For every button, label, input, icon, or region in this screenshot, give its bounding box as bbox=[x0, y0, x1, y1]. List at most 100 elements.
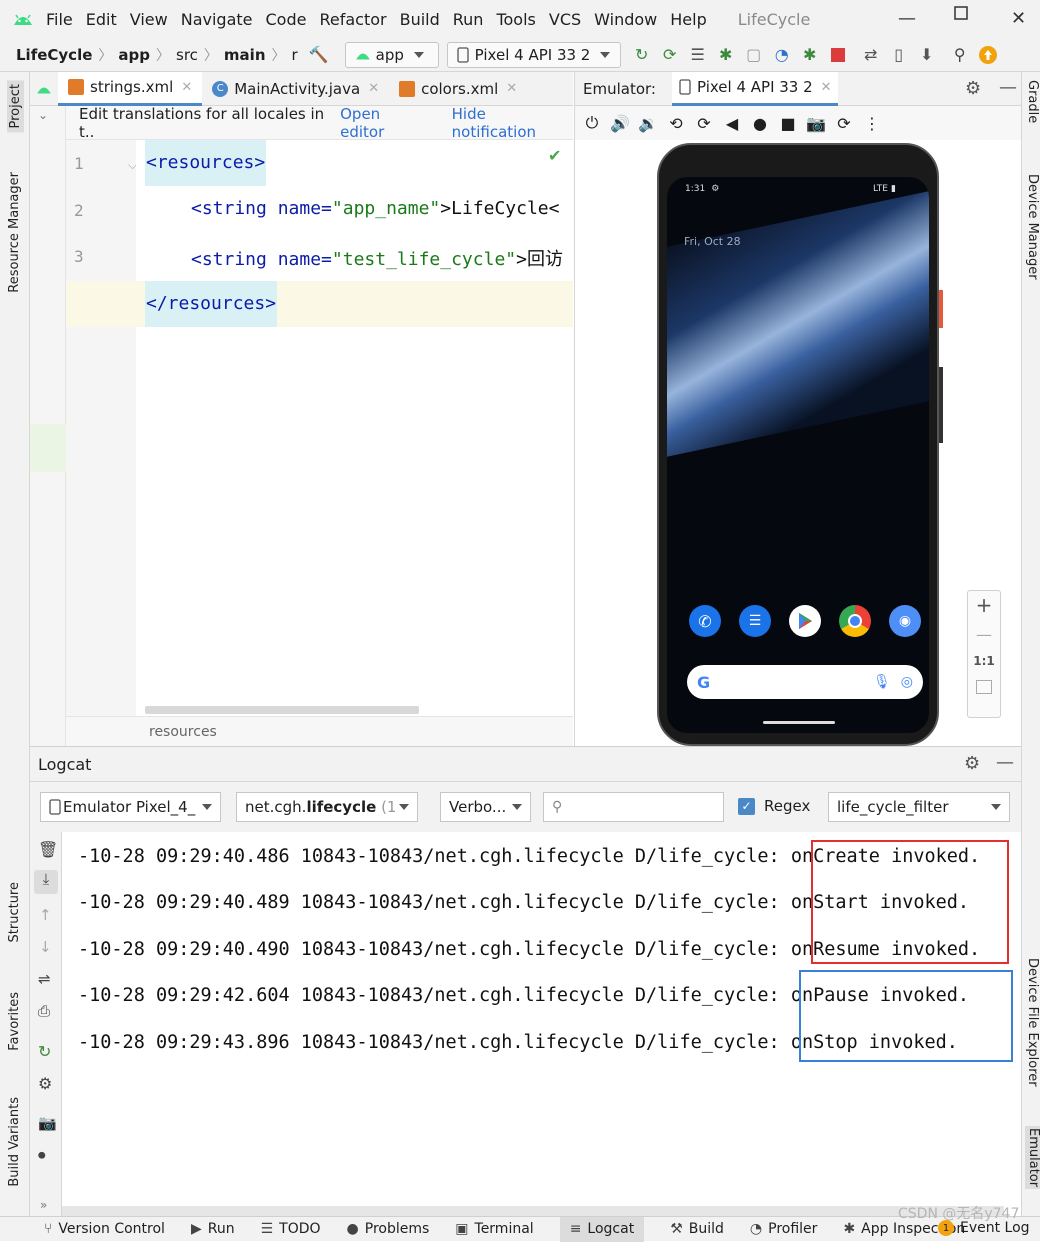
screen-record-icon[interactable]: ⏺ bbox=[38, 1146, 46, 1164]
terminal-tool-button[interactable]: ▣ Terminal bbox=[455, 1221, 533, 1237]
menu-vcs[interactable]: VCS bbox=[549, 10, 581, 29]
close-tab-icon[interactable]: ✕ bbox=[368, 81, 379, 96]
camera-app-icon[interactable]: ◉ bbox=[889, 605, 921, 637]
close-tab-icon[interactable]: ✕ bbox=[181, 80, 192, 95]
hide-notification-link[interactable]: Hide notification bbox=[452, 105, 573, 141]
microphone-icon[interactable]: 🎙 bbox=[873, 674, 891, 690]
hide-panel-icon[interactable]: — bbox=[999, 77, 1017, 98]
print-icon[interactable]: ⎙ bbox=[38, 1002, 50, 1020]
close-tab-icon[interactable]: ✕ bbox=[506, 81, 517, 96]
minimize-button[interactable]: — bbox=[898, 8, 916, 29]
sdk-manager-icon[interactable]: ⬇ bbox=[916, 44, 938, 66]
power-icon[interactable]: ⏻ bbox=[581, 112, 603, 134]
coverage-icon[interactable]: ▢ bbox=[743, 44, 765, 66]
resource-manager-tool-button[interactable]: Resource Manager bbox=[7, 172, 22, 293]
logcat-device-select[interactable]: Emulator Pixel_4_ bbox=[40, 792, 221, 822]
home-icon[interactable]: ● bbox=[749, 112, 771, 134]
chrome-app-icon[interactable] bbox=[839, 605, 871, 637]
gear-icon[interactable]: ⚙ bbox=[38, 1074, 52, 1093]
regex-checkbox[interactable]: ✓ bbox=[738, 797, 755, 815]
update-available-icon[interactable] bbox=[977, 44, 999, 66]
tab-strings-xml[interactable]: strings.xml ✕ bbox=[58, 71, 203, 106]
more-icon[interactable]: » bbox=[40, 1198, 47, 1212]
log-level-select[interactable]: Verbo... bbox=[440, 792, 531, 822]
zoom-fit-icon[interactable] bbox=[976, 680, 992, 694]
more-options-icon[interactable]: ⋮ bbox=[861, 112, 883, 134]
trash-clear-icon[interactable]: 🗑 bbox=[38, 840, 58, 859]
back-icon[interactable]: ◀ bbox=[721, 112, 743, 134]
down-arrow-icon[interactable]: ↓ bbox=[39, 938, 52, 956]
google-search-bar[interactable]: G 🎙 ◎ bbox=[687, 665, 923, 699]
debug-bug-icon[interactable]: ✱ bbox=[715, 44, 737, 66]
project-tool-button[interactable]: Project bbox=[7, 80, 24, 133]
menu-tools[interactable]: Tools bbox=[496, 10, 535, 29]
device-file-explorer-tool-button[interactable]: Device File Explorer bbox=[1025, 958, 1040, 1087]
menu-build[interactable]: Build bbox=[400, 10, 440, 29]
build-variants-tool-button[interactable]: Build Variants bbox=[7, 1097, 22, 1187]
zoom-out-icon[interactable]: — bbox=[968, 625, 1000, 644]
logcat-search-input[interactable]: ⚲ bbox=[543, 792, 724, 822]
menu-file[interactable]: File bbox=[46, 10, 73, 29]
emulator-device-tab[interactable]: Pixel 4 API 33 2 ✕ bbox=[671, 71, 838, 106]
gradle-tool-button[interactable]: Gradle bbox=[1025, 80, 1040, 123]
close-window-button[interactable]: ✕ bbox=[1011, 8, 1026, 29]
rotate-left-icon[interactable]: ⟲ bbox=[665, 112, 687, 134]
phone-screen[interactable]: 1:31 ⚙ LTE ▮ Fri, Oct 28 ✆ ☰ ◉ G 🎙 ◎ bbox=[667, 177, 929, 733]
search-icon[interactable]: ⚲ bbox=[949, 44, 971, 66]
profile-icon[interactable]: ◔ bbox=[771, 44, 793, 66]
saved-filter-select[interactable]: life_cycle_filter bbox=[828, 792, 1010, 822]
phone-app-icon[interactable]: ✆ bbox=[689, 605, 721, 637]
run-config-select[interactable]: app bbox=[344, 41, 439, 68]
apply-changes-restart-icon[interactable]: ↻ bbox=[631, 44, 653, 66]
profiler-tool-button[interactable]: ◔ Profiler bbox=[750, 1221, 818, 1237]
chevron-down-icon[interactable]: ⌄ bbox=[38, 108, 48, 122]
horizontal-scrollbar[interactable] bbox=[145, 706, 419, 714]
scroll-to-end-icon[interactable]: ⤓ bbox=[34, 870, 58, 894]
soft-wrap-icon[interactable]: ⇌ bbox=[38, 970, 51, 988]
device-select[interactable]: Pixel 4 API 33 2 bbox=[446, 41, 621, 68]
rotate-right-icon[interactable]: ⟳ bbox=[693, 112, 715, 134]
code-editor[interactable]: <resources> <string name="app_name">Life… bbox=[136, 140, 573, 716]
favorites-tool-button[interactable]: Favorites bbox=[7, 992, 22, 1051]
snapshot-icon[interactable]: ⟳ bbox=[833, 112, 855, 134]
restart-icon[interactable]: ↻ bbox=[38, 1042, 51, 1061]
lens-icon[interactable]: ◎ bbox=[901, 674, 913, 690]
version-control-tool-button[interactable]: ⑂ Version Control bbox=[44, 1221, 165, 1237]
hammer-build-icon[interactable]: 🔨 bbox=[308, 44, 330, 66]
tab-colors-xml[interactable]: colors.xml ✕ bbox=[389, 72, 527, 106]
breadcrumb-res[interactable]: r bbox=[292, 46, 298, 64]
device-manager-icon[interactable]: ▯ bbox=[888, 44, 910, 66]
run-tests-icon[interactable]: ☰ bbox=[687, 44, 709, 66]
gear-icon[interactable]: ⚙ bbox=[965, 78, 981, 99]
menu-view[interactable]: View bbox=[130, 10, 168, 29]
editor-breadcrumb[interactable]: resources bbox=[149, 724, 217, 740]
emulator-tool-button[interactable]: Emulator bbox=[1025, 1126, 1040, 1190]
sync-gradle-icon[interactable]: ⇄ bbox=[860, 44, 882, 66]
hide-panel-icon[interactable]: — bbox=[996, 752, 1014, 773]
logcat-tool-button[interactable]: ≡ Logcat bbox=[559, 1216, 645, 1242]
menu-navigate[interactable]: Navigate bbox=[181, 10, 253, 29]
attach-debugger-icon[interactable]: ✱ bbox=[799, 44, 821, 66]
zoom-in-icon[interactable]: + bbox=[968, 593, 1000, 617]
apply-code-changes-icon[interactable]: ⟳ bbox=[659, 44, 681, 66]
camera-screenshot-icon[interactable]: 📷 bbox=[805, 112, 827, 134]
breadcrumb-main[interactable]: main bbox=[224, 46, 266, 64]
menu-run[interactable]: Run bbox=[453, 10, 484, 29]
breadcrumb-app[interactable]: app bbox=[118, 46, 150, 64]
breadcrumb-src[interactable]: src bbox=[176, 46, 198, 64]
tab-mainactivity-java[interactable]: C MainActivity.java ✕ bbox=[202, 72, 389, 106]
regex-option[interactable]: ✓ Regex bbox=[738, 797, 810, 815]
logcat-package-select[interactable]: net.cgh.lifecycle (108 bbox=[236, 792, 418, 822]
close-tab-icon[interactable]: ✕ bbox=[821, 80, 832, 95]
menu-refactor[interactable]: Refactor bbox=[319, 10, 386, 29]
messages-app-icon[interactable]: ☰ bbox=[739, 605, 771, 637]
open-editor-link[interactable]: Open editor bbox=[340, 105, 428, 141]
maximize-button[interactable] bbox=[954, 6, 968, 20]
gear-icon[interactable]: ⚙ bbox=[964, 753, 980, 774]
overview-icon[interactable]: ■ bbox=[777, 112, 799, 134]
run-tool-button[interactable]: ▶ Run bbox=[191, 1221, 235, 1237]
build-tool-button[interactable]: ⚒ Build bbox=[670, 1221, 724, 1237]
breadcrumb-project[interactable]: LifeCycle bbox=[16, 46, 92, 64]
play-store-app-icon[interactable] bbox=[789, 605, 821, 637]
structure-tool-button[interactable]: Structure bbox=[7, 882, 22, 942]
